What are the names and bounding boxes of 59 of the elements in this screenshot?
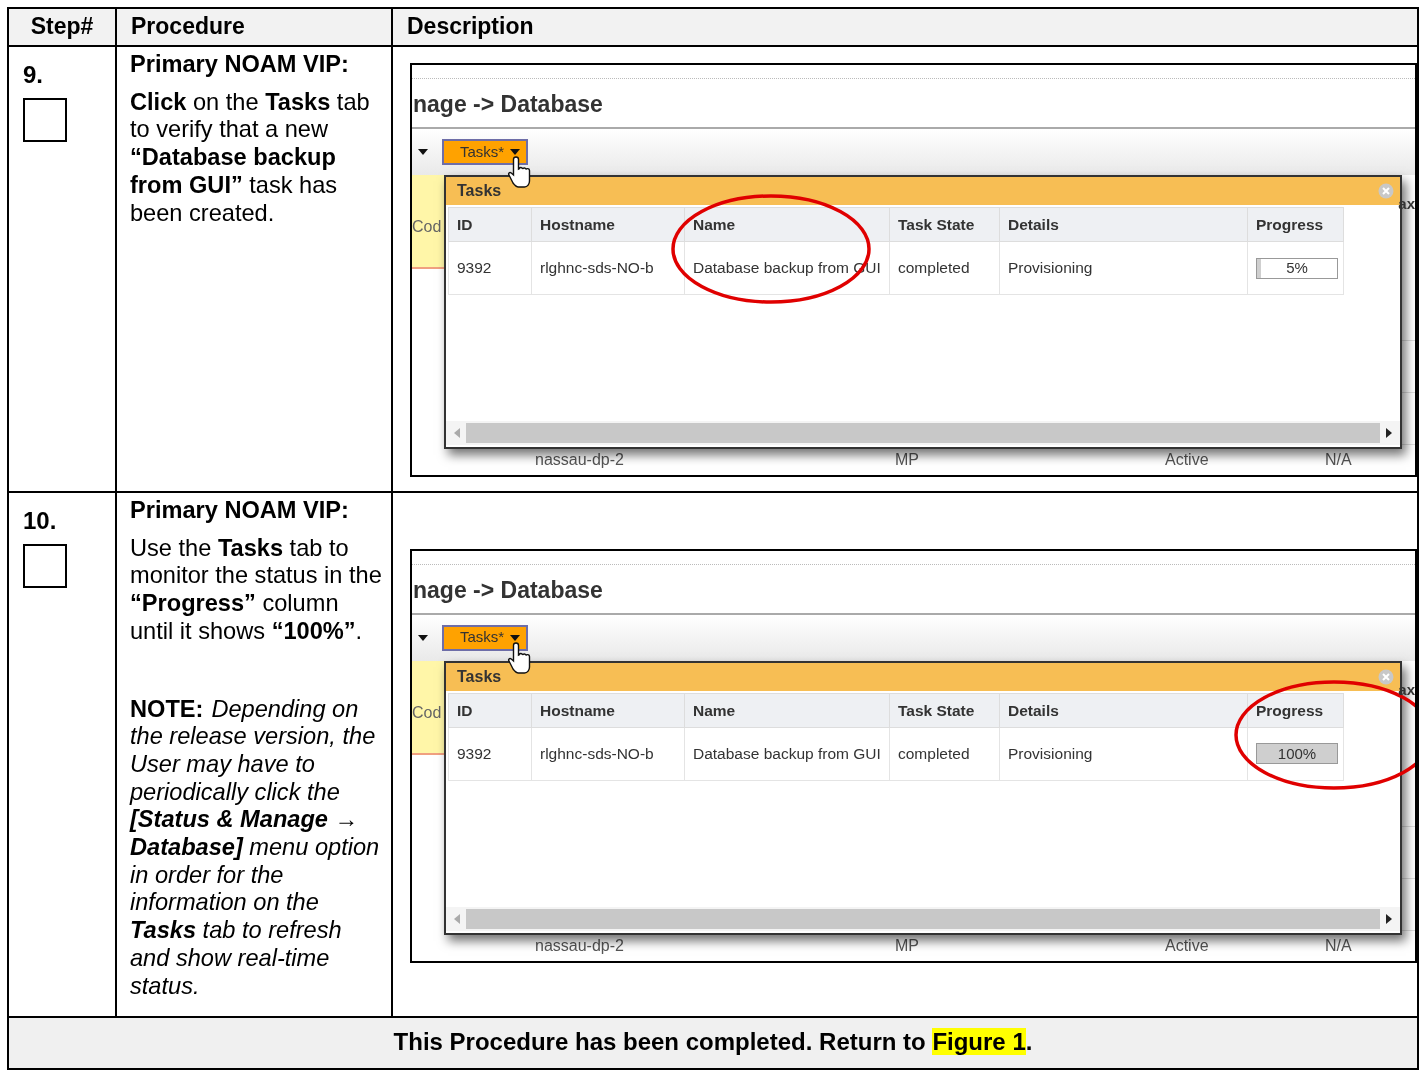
column-header: ID xyxy=(448,207,532,242)
column-header: Hostname xyxy=(531,207,685,242)
table-cell: completed xyxy=(889,241,1000,295)
progress-reading: 100% xyxy=(1277,745,1317,763)
instruction-text: Click on the Tasks tab to verify that a new “Database backup from GUI” task has been created. xyxy=(130,88,371,228)
column-header: Progress xyxy=(1247,207,1344,242)
column-header: Step# xyxy=(8,8,116,46)
column-header: Hostname xyxy=(531,693,685,728)
table-cell: Provisioning xyxy=(999,727,1248,781)
close-icon[interactable] xyxy=(1378,183,1394,199)
table-cell-text: MP xyxy=(895,935,920,956)
popup-title: Tasks xyxy=(457,666,502,687)
table-cell: Database backup from GUI xyxy=(684,727,890,781)
caret-icon xyxy=(418,632,428,643)
step-checkbox[interactable] xyxy=(23,98,67,142)
table-cell-text: nassau-dp-2 xyxy=(535,935,625,956)
tasks-button[interactable]: Tasks* xyxy=(442,624,529,651)
progress-reading: 5% xyxy=(1286,259,1308,277)
tasks-button[interactable]: Tasks* xyxy=(442,139,529,165)
table-cell: rlghnc-sds-NO-b xyxy=(531,241,685,295)
table-cell-text: nassau-dp-2 xyxy=(535,450,625,470)
table-cell: 9392 xyxy=(448,241,532,295)
caret-icon xyxy=(418,147,428,157)
note-text: NOTE: Depending on the release version, the User may have to periodically click the [Status & Manage → Database] menu option in order for the information on the Tasks tab to refresh and show real-time status. xyxy=(130,695,381,1001)
step-number: 10. xyxy=(23,509,57,533)
column-header: Name xyxy=(684,693,890,728)
instruction-text: Use the Tasks tab to monitor the status in the “Progress” column until it shows “100%”. xyxy=(130,534,383,646)
column-header: Task State xyxy=(889,693,1000,728)
table-cell: Cod xyxy=(412,175,445,269)
table-cell-text: N/A xyxy=(1325,935,1353,956)
step-checkbox[interactable] xyxy=(23,544,67,588)
figure-link[interactable]: Figure 1 xyxy=(932,1028,1026,1056)
table-cell: Provisioning xyxy=(999,241,1248,295)
step-heading: Primary NOAM VIP: xyxy=(130,51,350,79)
table-cell-text: N/A xyxy=(1325,450,1353,470)
scroll-left-icon xyxy=(452,428,462,438)
column-header: Details xyxy=(999,207,1248,242)
column-header: Procedure xyxy=(116,8,392,46)
table-cell-text: MP xyxy=(895,450,920,470)
table-cell-text: Active xyxy=(1165,450,1210,470)
horizontal-scrollbar[interactable] xyxy=(446,906,1400,931)
scroll-right-icon xyxy=(1384,428,1394,438)
step-number: 9. xyxy=(23,63,43,87)
table-cell-text: Active xyxy=(1165,935,1210,956)
table-cell: rlghnc-sds-NO-b xyxy=(531,727,685,781)
close-icon[interactable] xyxy=(1378,668,1394,685)
scroll-left-icon xyxy=(452,913,462,924)
popup-title: Tasks xyxy=(457,181,502,201)
caret-icon xyxy=(510,632,521,643)
table-cell: Cod xyxy=(412,660,445,755)
horizontal-scrollbar[interactable] xyxy=(446,421,1400,445)
column-header: Details xyxy=(999,693,1248,728)
table-cell: completed xyxy=(889,727,1000,781)
table-cell: 9392 xyxy=(448,727,532,781)
column-header: ID xyxy=(448,693,532,728)
column-header: Task State xyxy=(889,207,1000,242)
scroll-right-icon xyxy=(1384,913,1394,924)
column-header: Description xyxy=(392,8,1418,46)
step-heading: Primary NOAM VIP: xyxy=(130,497,350,525)
